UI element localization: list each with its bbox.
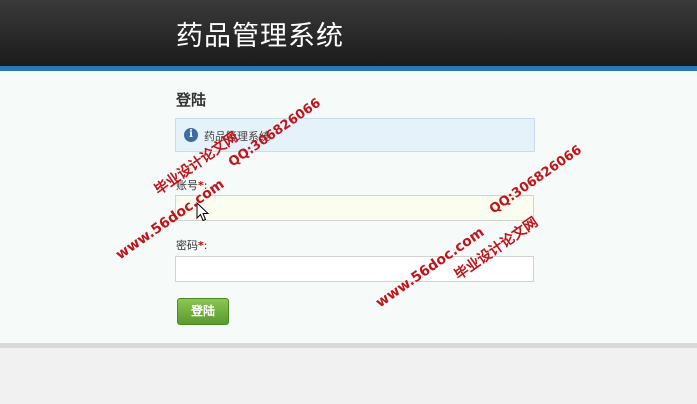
account-input[interactable] [175,195,534,221]
password-label: 密码*: [176,237,207,253]
password-label-text: 密码 [176,239,198,252]
page-title: 登陆 [176,91,207,109]
page-footer [0,348,697,404]
info-icon: i [184,128,198,142]
login-button[interactable]: 登陆 [177,298,229,325]
password-label-colon: : [203,239,208,252]
app-header: 药品管理系统 [0,0,697,66]
app-title: 药品管理系统 [176,21,344,52]
